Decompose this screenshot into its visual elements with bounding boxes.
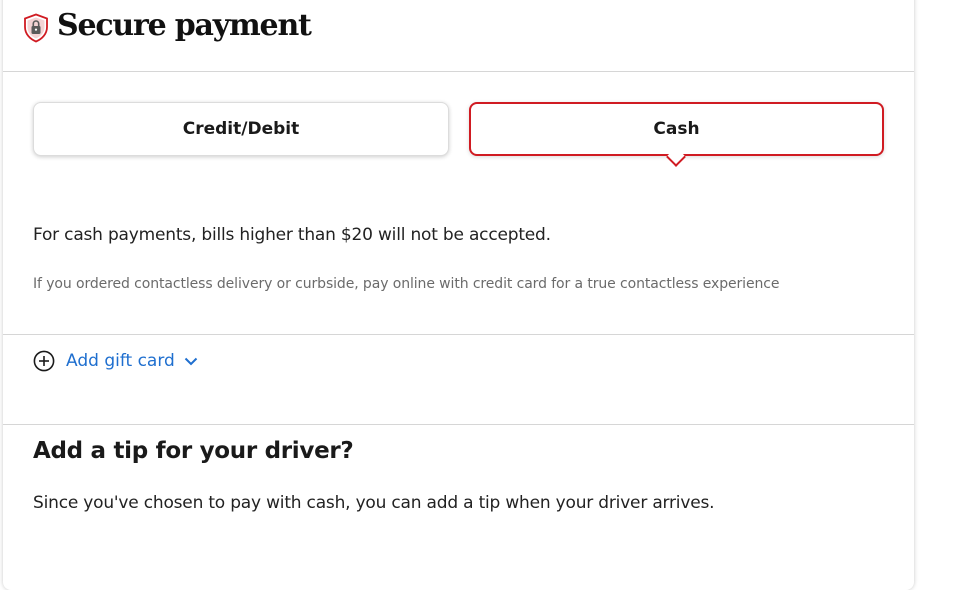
- add-gift-card-label: Add gift card: [66, 351, 175, 371]
- tip-heading: Add a tip for your driver?: [33, 438, 354, 464]
- divider: [3, 334, 914, 335]
- panel-header: Secure payment: [3, 0, 914, 72]
- tab-credit-debit-label: Credit/Debit: [182, 119, 300, 139]
- secure-payment-panel: Secure payment Credit/Debit Cash For cas…: [3, 0, 914, 590]
- tip-cash-note: Since you've chosen to pay with cash, yo…: [33, 493, 715, 513]
- add-gift-card-button[interactable]: Add gift card: [33, 348, 199, 374]
- contactless-note: If you ordered contactless delivery or c…: [33, 276, 780, 292]
- chevron-down-icon: [184, 357, 198, 366]
- page-title: Secure payment: [57, 8, 312, 43]
- divider: [3, 424, 914, 425]
- tab-cash-label: Cash: [653, 119, 700, 139]
- cash-bills-note: For cash payments, bills higher than $20…: [33, 225, 551, 245]
- shield-lock-icon: [24, 13, 48, 43]
- plus-circle-icon: [33, 350, 55, 372]
- tab-credit-debit[interactable]: Credit/Debit: [33, 102, 449, 156]
